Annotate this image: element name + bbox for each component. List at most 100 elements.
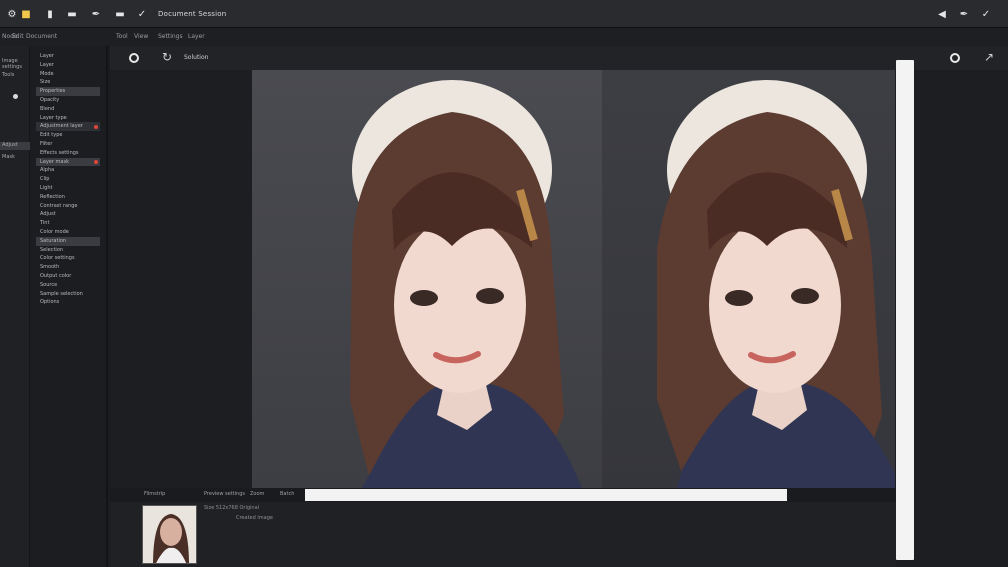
panel-item-label: Edit type [40,132,63,139]
sidebar-item-mask[interactable]: Mask [0,154,30,162]
menu-item-document[interactable]: Document [26,33,57,40]
panel-item-label: Source [40,281,58,288]
image-canvas[interactable] [252,70,895,488]
title-bar: ⚙ ■ ▮ ▬ ✒ ▬ ✓ Document Session ◀ ✒ ✓ [0,0,1008,28]
panel-item[interactable]: Options [36,298,100,307]
panel-item[interactable]: Adjustment layer [36,122,100,132]
refresh-icon[interactable]: ↻ [162,50,172,64]
panel-item[interactable]: Clip [36,175,100,184]
menu-item-settings[interactable]: Settings [158,33,183,40]
view-label: Solution [184,54,209,61]
pen-icon[interactable]: ✓ [136,8,148,20]
menu-item-view[interactable]: View [134,33,148,40]
panel-item[interactable]: Filter [36,140,100,149]
filmstrip-bar: Filmstrip Preview settings Zoom Batch [110,488,896,502]
left-arrow-icon[interactable]: ◀ [936,8,948,20]
panel-item[interactable]: Color mode [36,228,100,237]
panel-item[interactable]: Tint [36,219,100,228]
panel-item[interactable]: Properties [36,87,100,96]
filmstrip-label: Filmstrip [144,491,166,497]
panel-item[interactable]: Reflection [36,193,100,202]
panel-item-label: Effects settings [40,149,79,156]
menu-lines-icon[interactable]: ▬ [114,8,126,20]
sidebar-dot-icon [13,94,18,99]
alert-dot-icon [94,159,98,164]
menu-bar: Node Edit Document Tool View Settings La… [0,28,1008,46]
panel-item[interactable]: Layer [36,61,100,70]
workspace: ↻ Solution ↗ Filmstrip Preview settings … [110,46,1008,567]
panel-item-label: Contrast range [40,202,78,209]
panel-item[interactable]: Sample selection [36,290,100,299]
panel-item[interactable]: Light [36,184,100,193]
panel-item-label: Tint [40,220,50,227]
sidebar-item-tools[interactable]: Tools [0,72,30,80]
panel-item[interactable]: Saturation [36,236,100,246]
panel-item[interactable]: Layer mask [36,157,100,167]
thumbnail-image [143,506,196,563]
panel-item-label: Sample selection [40,290,83,297]
fullscreen-icon[interactable]: ↗ [984,50,994,64]
menu-item-layer[interactable]: Layer [188,33,205,40]
properties-panel: Layer Layer Mode Size Properties Opacity Blend… [32,46,108,567]
panel-item[interactable]: Opacity [36,96,100,105]
menu-item-edit[interactable]: Edit [12,33,24,40]
panel-item-label: Layer mask [40,158,69,165]
panel-item-label: Filter [40,140,53,147]
workspace-toolbar: ↻ Solution ↗ [110,46,1008,70]
thumbnail[interactable] [142,505,197,564]
sidebar-item-image-settings[interactable]: Image settings [0,58,30,70]
panel-item[interactable]: Contrast range [36,202,100,211]
panel-item[interactable]: Mode [36,70,100,79]
panel-item-label: Layer [40,53,54,59]
panel-item[interactable]: Source [36,281,100,290]
record-icon[interactable] [950,53,960,63]
image-size-info: Size 512x768 Original [204,505,260,511]
zoom-label[interactable]: Zoom [250,491,264,497]
panel-item-label: Options [40,299,60,306]
panel-item-label: Opacity [40,96,60,103]
panel-item[interactable]: Edit type [36,131,100,140]
panel-item[interactable]: Blend [36,105,100,114]
portrait-original [350,80,582,488]
panel-item[interactable]: Effects settings [36,149,100,158]
brush-icon[interactable]: ✒ [90,8,102,20]
panel-item-label: Blend [40,105,55,112]
panel-item[interactable]: Alpha [36,166,100,175]
panel-item-label: Size [40,79,51,86]
panel-item[interactable]: Output color [36,272,100,281]
panel-item-label: Clip [40,176,50,183]
sidebar-item-adjust[interactable]: Adjust [0,142,30,150]
panel-item[interactable]: Size [36,78,100,87]
panel-item[interactable]: Layer type [36,114,100,123]
panel-item-label: Layer [40,61,54,68]
panel-item[interactable]: Smooth [36,263,100,272]
portrait-result [657,80,895,488]
rotate-icon[interactable] [129,53,139,63]
folder-icon[interactable]: ■ [20,8,32,20]
panel-item-label: Adjustment layer [40,123,83,130]
panel-item[interactable]: Layer [36,52,100,61]
left-sidebar: Image settings Tools Adjust Mask [0,46,30,567]
filmstrip: Filmstrip Preview settings Zoom Batch Si… [110,488,896,567]
preview-settings-label[interactable]: Preview settings [204,491,245,497]
check-icon[interactable]: ✓ [980,8,992,20]
menu-icon[interactable]: ▬ [66,8,78,20]
panel-item-label: Selection [40,246,64,253]
panel-item[interactable]: Adjust [36,210,100,219]
batch-label[interactable]: Batch [280,491,294,497]
panel-item[interactable]: Selection [36,246,100,255]
panel-item[interactable]: Color settings [36,254,100,263]
panel-item-label: Output color [40,272,72,279]
menu-item-tool[interactable]: Tool [116,33,128,40]
panel-item-label: Properties [40,88,66,95]
panel-item-label: Color settings [40,255,75,262]
pencil-icon[interactable]: ✒ [958,8,970,20]
panel-item-label: Reflection [40,193,65,200]
panel-item-label: Smooth [40,264,60,271]
vertical-scrollbar[interactable] [896,60,914,560]
options-icon[interactable]: ⚙ [6,8,18,20]
image-created-info: Created image [236,515,273,521]
panel-item-label: Mode [40,70,54,77]
panel-item-label: Layer type [40,114,67,121]
layers-icon[interactable]: ▮ [44,8,56,20]
